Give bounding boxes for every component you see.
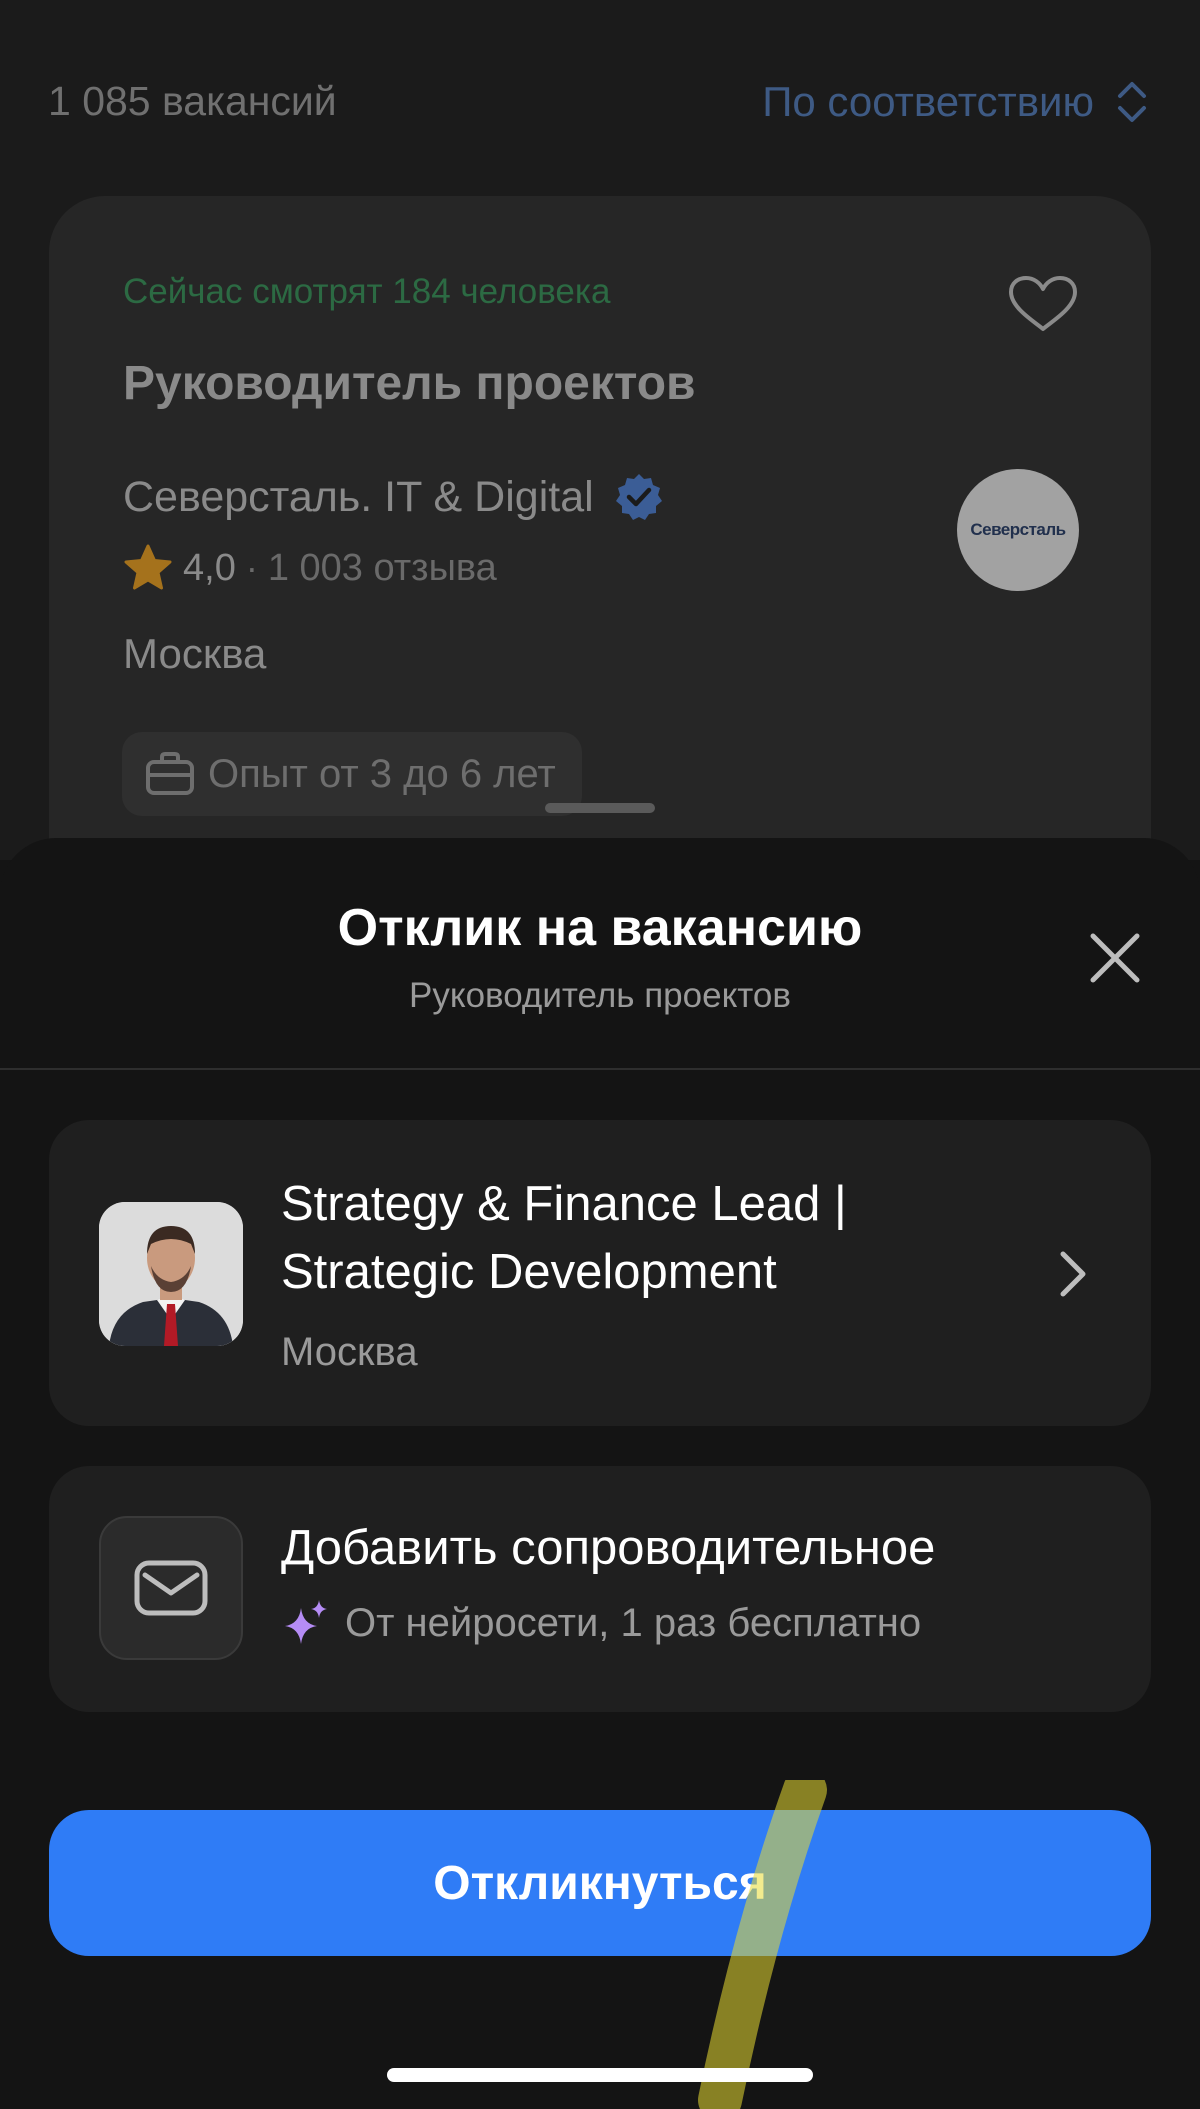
experience-text: Опыт от 3 до 6 лет: [208, 751, 556, 796]
rating-value: 4,0: [183, 546, 236, 589]
vacancy-title[interactable]: Руководитель проектов: [123, 356, 696, 411]
avatar: [99, 1202, 243, 1346]
close-icon[interactable]: [1083, 926, 1147, 990]
sheet-divider: [0, 1068, 1200, 1070]
company-name-text: Северсталь. IT & Digital: [123, 472, 594, 521]
company-rating[interactable]: 4,0 · 1 003 отзыва: [123, 544, 497, 592]
cover-letter-subtitle-text: От нейросети, 1 раз бесплатно: [345, 1600, 922, 1645]
watching-now-label: Сейчас смотрят 184 человека: [123, 272, 611, 311]
sort-selector[interactable]: По соответствию: [762, 78, 1148, 126]
sheet-grabber-handle[interactable]: [545, 803, 655, 813]
company-logo-text: Северсталь: [970, 520, 1066, 539]
star-icon: [124, 544, 172, 590]
sort-updown-icon: [1118, 82, 1146, 122]
apply-bottom-sheet: Отклик на вакансию Руководитель проектов…: [0, 838, 1200, 2109]
home-indicator[interactable]: [387, 2068, 813, 2082]
cover-letter-subtitle: От нейросети, 1 раз бесплатно: [281, 1598, 921, 1648]
cover-letter-title: Добавить сопроводительное: [281, 1521, 936, 1575]
sort-label: По соответствию: [762, 78, 1094, 125]
apply-button[interactable]: Откликнуться: [49, 1810, 1151, 1956]
company-logo: Северсталь: [957, 469, 1079, 591]
sheet-title: Отклик на вакансию: [337, 899, 863, 957]
chevron-right-icon: [1060, 1251, 1086, 1297]
vacancy-city: Москва: [123, 630, 267, 677]
resume-selector[interactable]: Strategy & Finance Lead | Strategic Deve…: [49, 1120, 1151, 1426]
experience-chip: Опыт от 3 до 6 лет: [122, 732, 582, 816]
briefcase-icon: [146, 752, 194, 795]
vacancy-count: 1 085 вакансий: [48, 78, 337, 124]
add-cover-letter-button[interactable]: Добавить сопроводительное От нейросети, …: [49, 1466, 1151, 1712]
resume-title: Strategy & Finance Lead | Strategic Deve…: [281, 1177, 847, 1299]
sheet-subtitle: Руководитель проектов: [409, 976, 791, 1015]
cover-letter-icon-box: [99, 1516, 243, 1660]
company-name[interactable]: Северсталь. IT & Digital: [123, 472, 664, 522]
verified-badge-icon: [615, 474, 662, 520]
user-photo-icon: [99, 1202, 243, 1346]
ai-sparkle-icon: [285, 1600, 327, 1644]
favorite-heart-icon[interactable]: [1005, 274, 1081, 334]
reviews-count: 1 003 отзыва: [267, 546, 497, 589]
resume-city: Москва: [281, 1330, 418, 1374]
separator-dot: ·: [245, 547, 258, 588]
vacancy-list-background: 1 085 вакансий По соответствию Сейчас см…: [0, 0, 1200, 916]
envelope-icon: [134, 1560, 208, 1616]
